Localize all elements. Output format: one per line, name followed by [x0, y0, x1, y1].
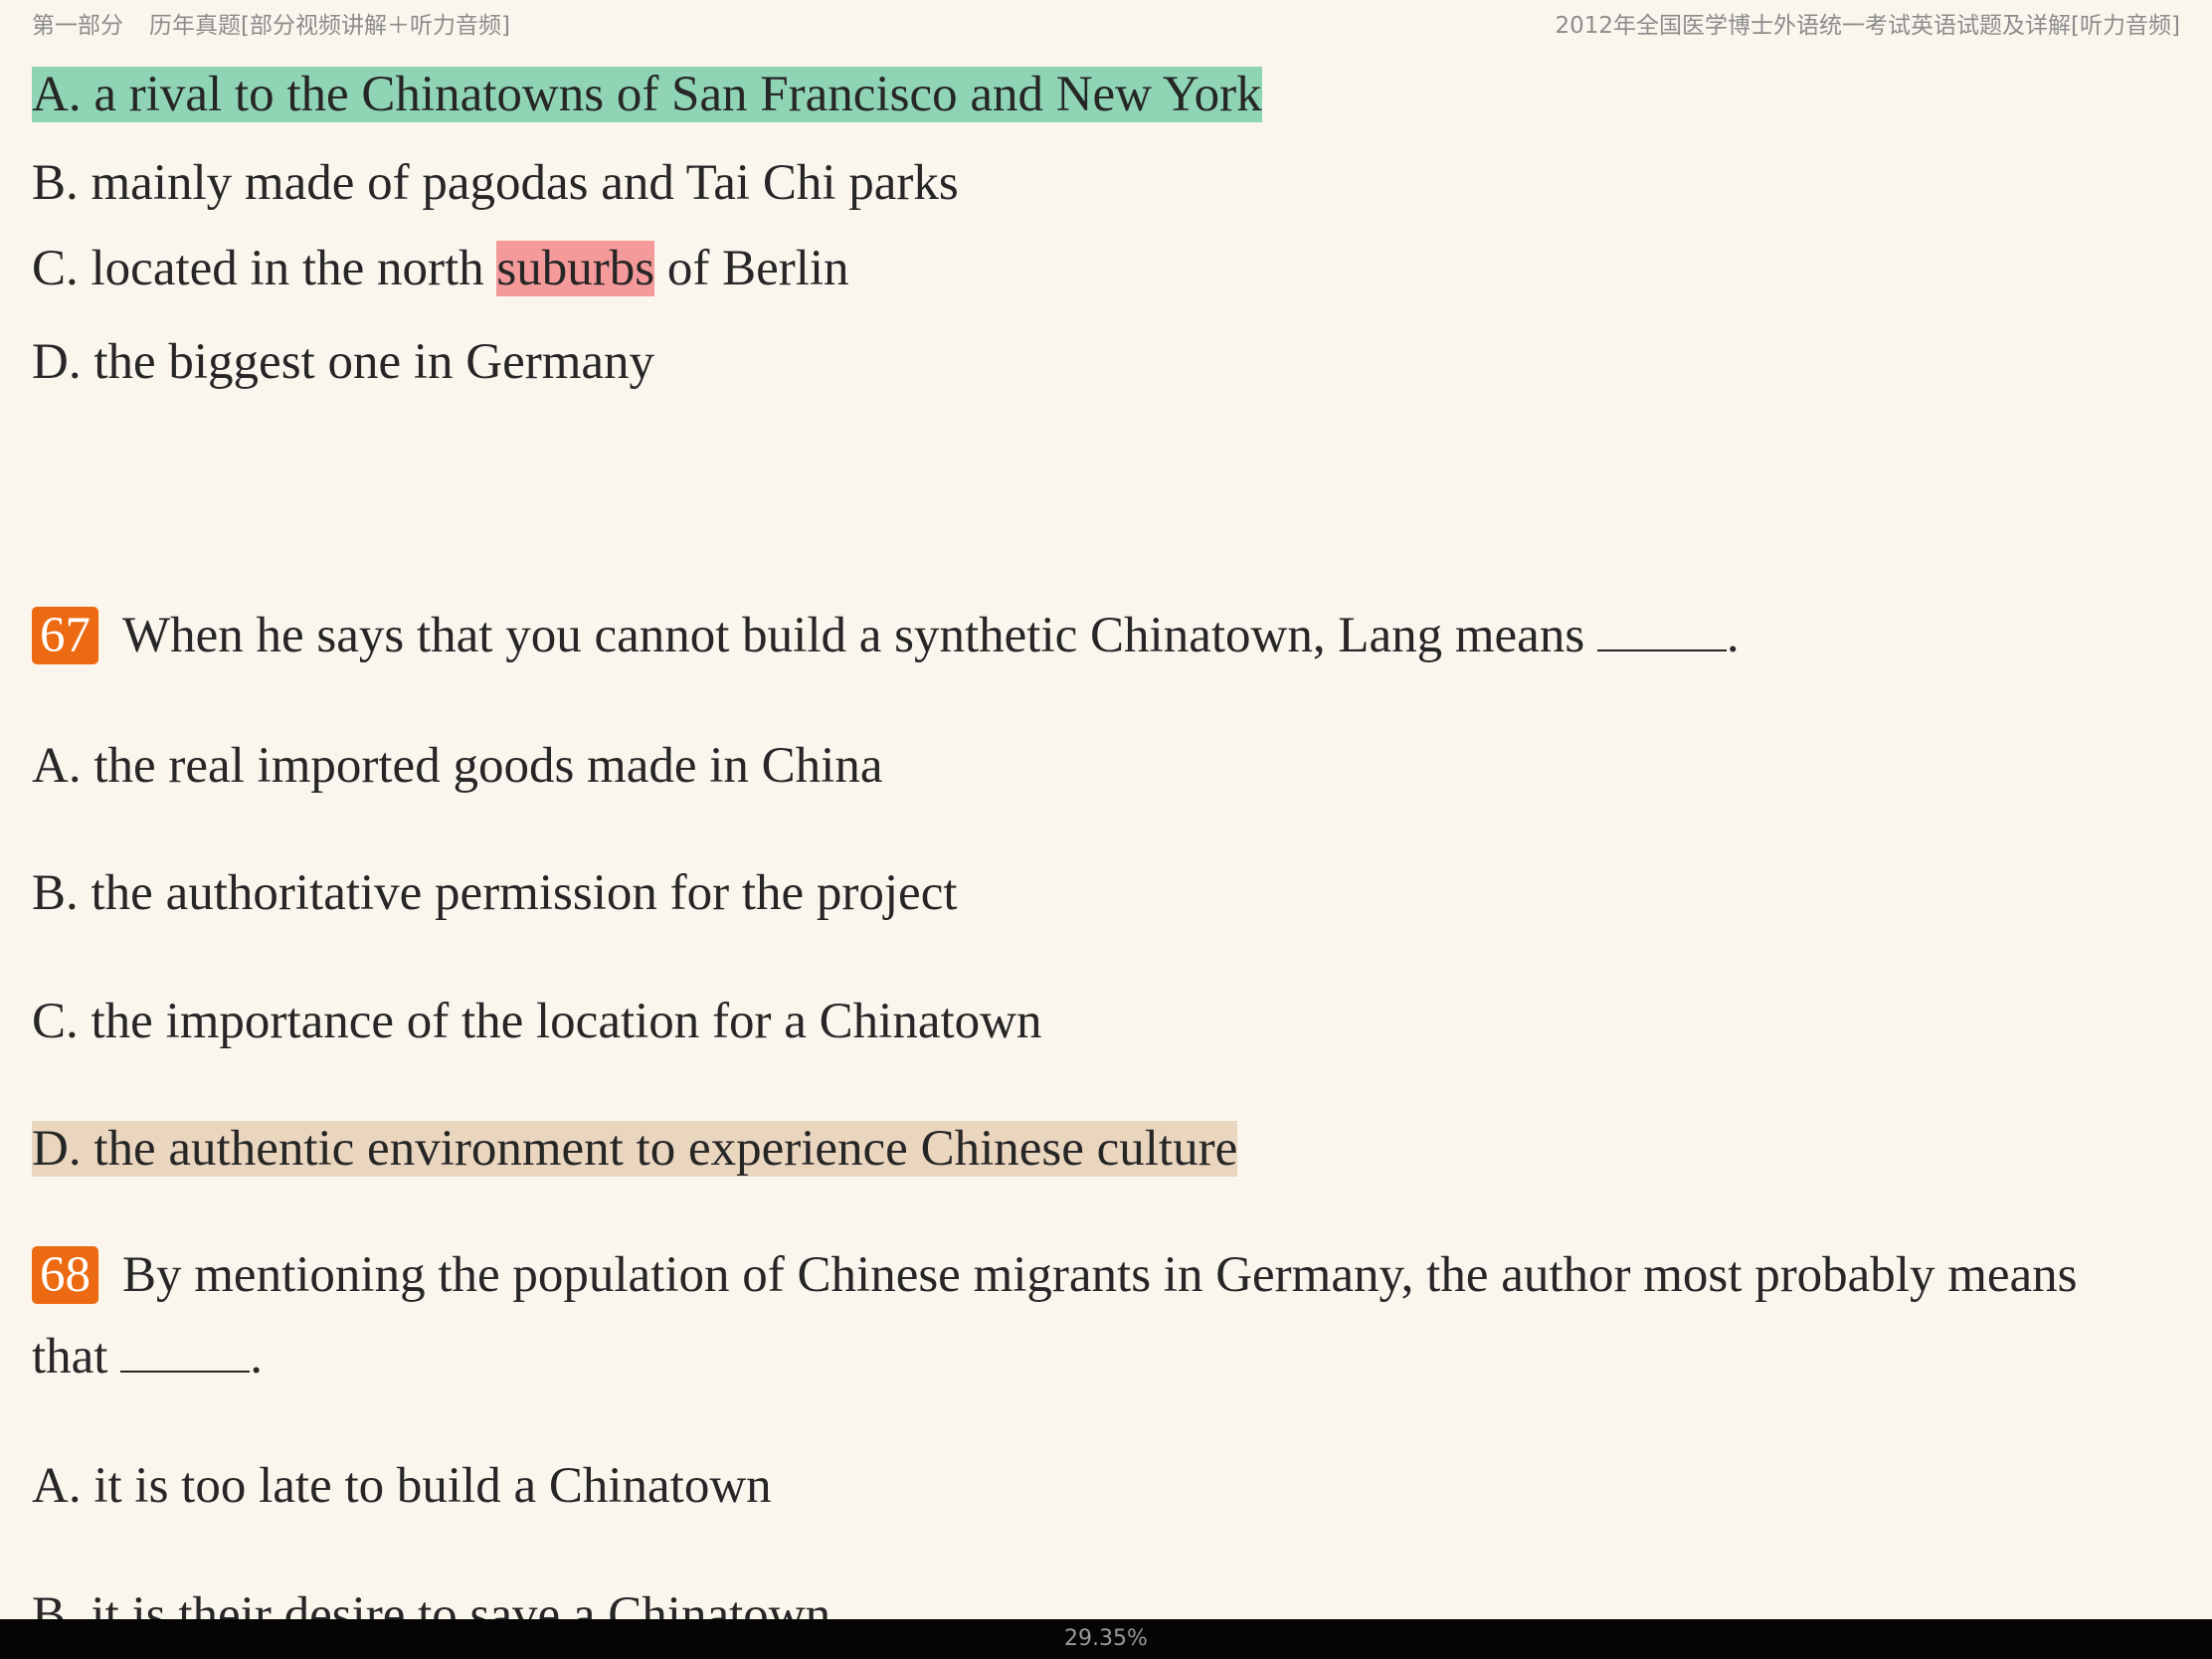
- question-number-badge: 67: [32, 607, 98, 664]
- question-number-badge: 68: [32, 1246, 98, 1304]
- q66-option-d[interactable]: D. the biggest one in Germany: [32, 332, 654, 392]
- reading-progress-bar: 29.35%: [0, 1619, 2212, 1659]
- question-end: .: [1726, 608, 1740, 663]
- highlight-green[interactable]: A. a rival to the Chinatowns of San Fran…: [32, 67, 1262, 122]
- answer-blank: [120, 1331, 251, 1373]
- reader-content[interactable]: A. a rival to the Chinatowns of San Fran…: [32, 0, 2180, 1619]
- q66-option-b[interactable]: B. mainly made of pagodas and Tai Chi pa…: [32, 153, 959, 213]
- question-text: When he says that you cannot build a syn…: [122, 608, 1597, 663]
- option-text: C. located in the north: [32, 241, 497, 296]
- question-67-stem[interactable]: 67 When he says that you cannot build a s…: [32, 606, 1740, 665]
- q68-option-a[interactable]: A. it is too late to build a Chinatown: [32, 1456, 772, 1516]
- q67-option-d[interactable]: D. the authentic environment to experien…: [32, 1119, 1238, 1179]
- q67-option-b[interactable]: B. the authoritative permission for the …: [32, 863, 958, 923]
- question-end: .: [250, 1329, 263, 1384]
- highlight-tan[interactable]: D. the authentic environment to experien…: [32, 1121, 1238, 1177]
- q66-option-c[interactable]: C. located in the north suburbs of Berli…: [32, 239, 849, 298]
- question-68-stem[interactable]: 68 By mentioning the population of Chines…: [32, 1245, 2078, 1305]
- q66-option-a[interactable]: A. a rival to the Chinatowns of San Fran…: [32, 65, 1262, 124]
- q67-option-c[interactable]: C. the importance of the location for a …: [32, 992, 1041, 1051]
- answer-blank: [1596, 610, 1727, 651]
- highlight-red[interactable]: suburbs: [496, 241, 655, 296]
- question-text: By mentioning the population of Chinese …: [122, 1247, 2078, 1303]
- question-68-stem-cont[interactable]: that .: [32, 1327, 263, 1386]
- question-text: that: [32, 1329, 121, 1384]
- reading-progress-text: 29.35%: [1064, 1626, 1148, 1651]
- q68-option-b[interactable]: B. it is their desire to save a Chinatow…: [32, 1585, 830, 1619]
- q67-option-a[interactable]: A. the real imported goods made in China: [32, 736, 882, 796]
- option-text: of Berlin: [654, 241, 849, 296]
